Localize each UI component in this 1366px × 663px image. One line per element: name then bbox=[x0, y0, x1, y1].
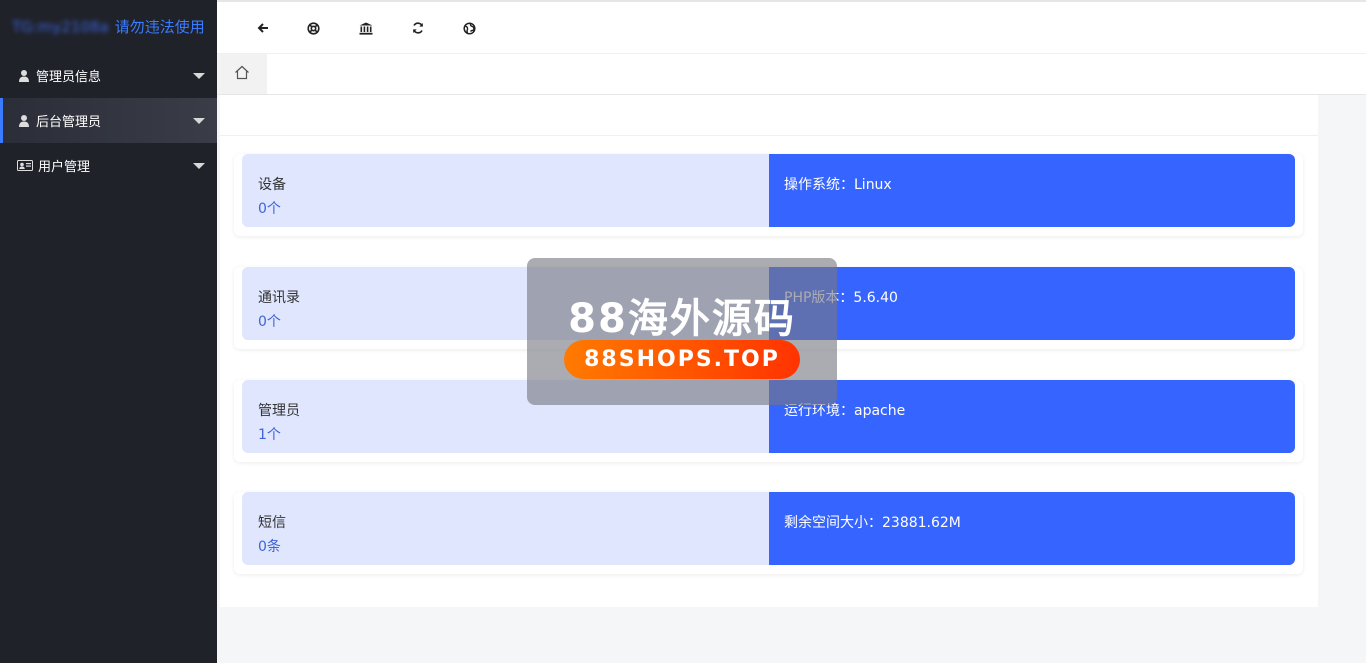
globe-icon[interactable] bbox=[459, 18, 479, 38]
sidebar-item-label: 用户管理 bbox=[38, 160, 91, 175]
info-card: 操作系统：Linux bbox=[769, 154, 1295, 227]
sidebar-item-user-management[interactable]: 用户管理 bbox=[0, 143, 217, 188]
stat-label: 短信 bbox=[258, 515, 286, 531]
sidebar-item-admin-info[interactable]: 管理员信息 bbox=[0, 53, 217, 98]
stat-row: 设备 0个 操作系统：Linux bbox=[234, 154, 1303, 236]
lifebuoy-icon[interactable] bbox=[303, 18, 323, 38]
info-text: 运行环境：apache bbox=[784, 403, 906, 419]
sidebar-item-label: 管理员信息 bbox=[36, 70, 102, 85]
stat-label: 设备 bbox=[258, 177, 286, 193]
panel-header bbox=[220, 95, 1318, 136]
home-icon bbox=[234, 65, 250, 84]
info-card: 剩余空间大小：23881.62M bbox=[769, 492, 1295, 565]
caret-down-icon bbox=[193, 73, 205, 79]
brand: TG:my2108a 请勿违法使用 bbox=[0, 0, 217, 53]
refresh-icon[interactable] bbox=[408, 18, 428, 38]
stat-card: 设备 0个 bbox=[242, 154, 769, 227]
user-icon bbox=[17, 69, 31, 82]
brand-tagline: 请勿违法使用 bbox=[114, 18, 205, 36]
stat-value: 0条 bbox=[258, 539, 281, 555]
watermark: 88海外源码 88SHOPS.TOP bbox=[527, 258, 837, 405]
info-text: 剩余空间大小：23881.62M bbox=[784, 515, 961, 531]
tab-home[interactable] bbox=[217, 54, 267, 94]
info-card: PHP版本：5.6.40 bbox=[769, 267, 1295, 340]
watermark-url: 88SHOPS.TOP bbox=[564, 340, 800, 379]
sidebar: TG:my2108a 请勿违法使用 管理员信息 后台管理员 用户管理 bbox=[0, 0, 217, 663]
info-card: 运行环境：apache bbox=[769, 380, 1295, 453]
caret-down-icon bbox=[193, 118, 205, 124]
stat-value: 0个 bbox=[258, 201, 281, 217]
sidebar-item-backend-admins[interactable]: 后台管理员 bbox=[0, 98, 217, 143]
id-card-icon bbox=[17, 160, 33, 171]
stat-value: 1个 bbox=[258, 427, 281, 443]
stat-row: 短信 0条 剩余空间大小：23881.62M bbox=[234, 492, 1303, 574]
caret-down-icon bbox=[193, 163, 205, 169]
arrow-left-icon[interactable] bbox=[253, 18, 273, 38]
info-text: 操作系统：Linux bbox=[784, 177, 892, 193]
bank-icon[interactable] bbox=[356, 18, 376, 38]
watermark-title: 88海外源码 bbox=[568, 296, 796, 342]
user-icon bbox=[17, 114, 31, 127]
tab-bar bbox=[217, 54, 1366, 95]
stat-card: 短信 0条 bbox=[242, 492, 769, 565]
sidebar-item-label: 后台管理员 bbox=[36, 115, 102, 130]
brand-name: TG:my2108a bbox=[12, 17, 109, 36]
top-toolbar bbox=[217, 0, 1366, 54]
